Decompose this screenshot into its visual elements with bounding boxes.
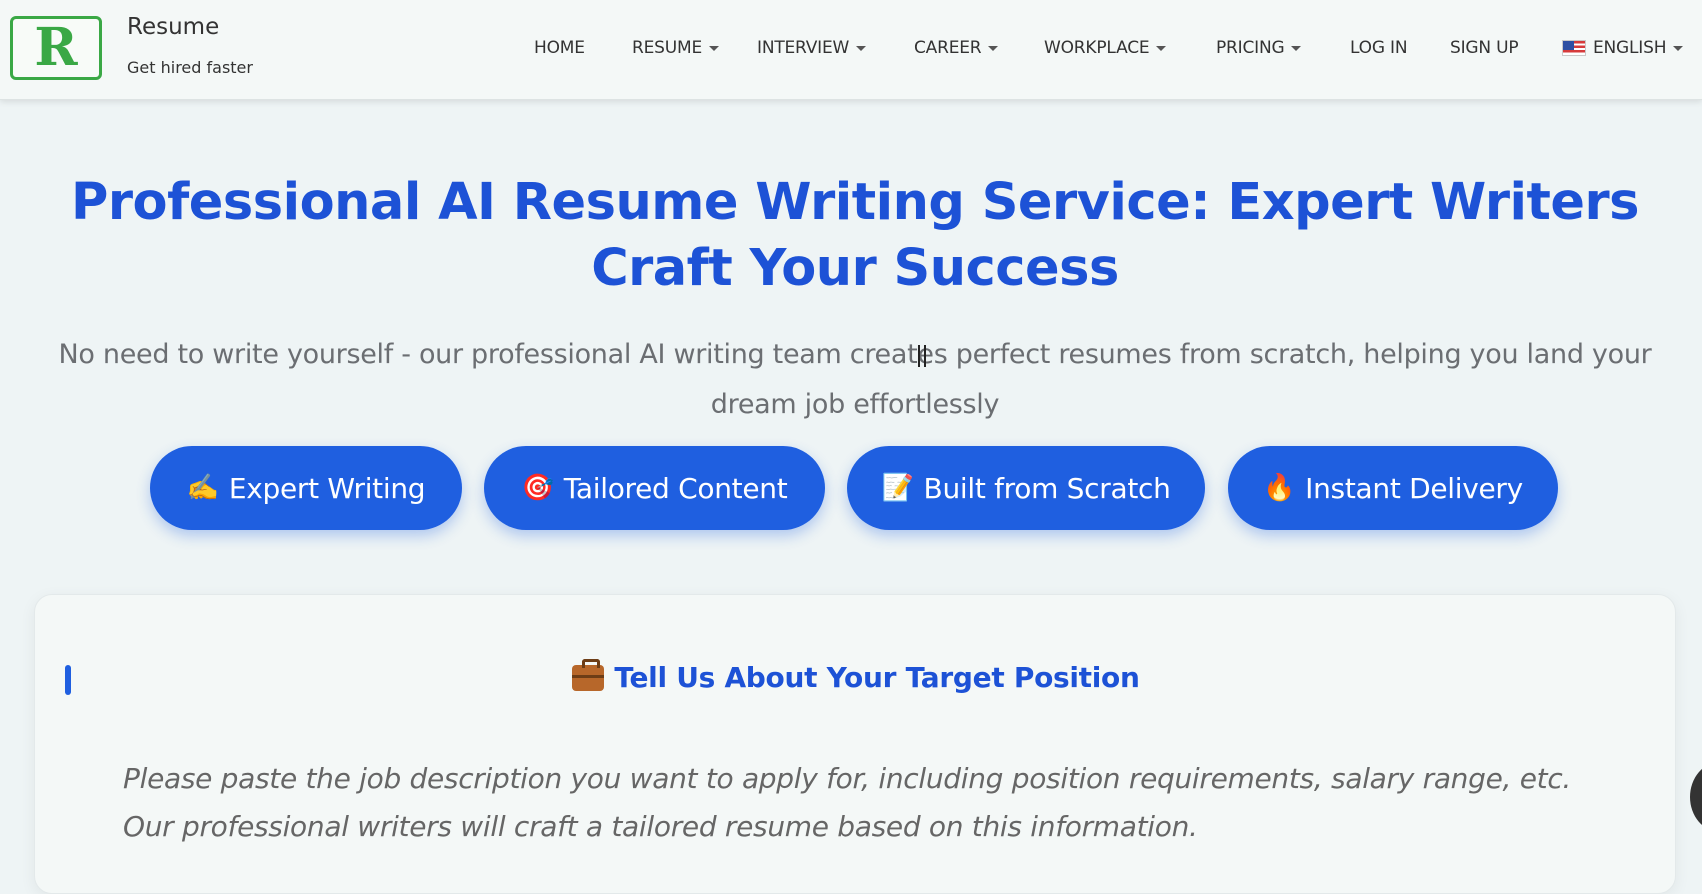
nav-pricing-label: PRICING: [1216, 38, 1285, 58]
caret-down-icon: [856, 45, 867, 51]
card-description: Please paste the job description you wan…: [123, 762, 1572, 843]
feature-label: Tailored Content: [563, 471, 788, 505]
nav-interview[interactable]: INTERVIEW: [757, 36, 867, 60]
caret-down-icon: [1156, 45, 1167, 51]
nav-workplace-label: WORKPLACE: [1044, 38, 1150, 58]
page-subtitle: No need to write yourself - our professi…: [58, 339, 1652, 420]
nav-home-label: HOME: [534, 38, 585, 58]
top-navbar: R Resume Get hired faster HOME RESUME IN…: [0, 0, 1702, 100]
page-title: Professional AI Resume Writing Service: …: [71, 173, 1639, 298]
card-title: Tell Us About Your Target Position: [35, 658, 1677, 694]
feature-label: Built from Scratch: [923, 471, 1171, 505]
feature-label: Instant Delivery: [1305, 471, 1523, 505]
caret-down-icon: [1673, 45, 1684, 51]
feature-tailored-content[interactable]: 🎯 Tailored Content: [484, 446, 825, 530]
nav-career-label: CAREER: [914, 38, 982, 58]
nav-signup[interactable]: SIGN UP: [1450, 36, 1519, 60]
briefcase-icon: [572, 658, 605, 691]
text-cursor-icon: [918, 345, 926, 367]
nav-pricing[interactable]: PRICING: [1216, 36, 1302, 60]
feature-label: Expert Writing: [228, 471, 426, 505]
nav-login[interactable]: LOG IN: [1350, 36, 1408, 60]
floating-action-button[interactable]: [1690, 762, 1702, 832]
feature-built-from-scratch[interactable]: 📝 Built from Scratch: [847, 446, 1205, 530]
nav-signup-label: SIGN UP: [1450, 38, 1519, 58]
fire-icon: 🔥: [1263, 473, 1296, 503]
us-flag-icon: [1562, 40, 1586, 56]
nav-resume[interactable]: RESUME: [632, 36, 719, 60]
main-nav: HOME RESUME INTERVIEW CAREER WORKPLACE P…: [0, 36, 1702, 60]
caret-down-icon: [1291, 45, 1302, 51]
nav-home[interactable]: HOME: [534, 36, 585, 60]
brand-tagline: Get hired faster: [127, 58, 253, 77]
nav-workplace[interactable]: WORKPLACE: [1044, 36, 1167, 60]
nav-interview-label: INTERVIEW: [757, 38, 850, 58]
memo-icon: 📝: [881, 473, 914, 503]
target-position-card: Tell Us About Your Target Position Pleas…: [34, 594, 1676, 894]
language-selector[interactable]: ENGLISH: [1562, 36, 1684, 60]
nav-login-label: LOG IN: [1350, 38, 1408, 58]
target-icon: 🎯: [521, 473, 554, 503]
caret-down-icon: [709, 45, 719, 51]
caret-down-icon: [988, 45, 999, 51]
language-label: ENGLISH: [1593, 38, 1667, 58]
writing-hand-icon: ✍️: [186, 473, 219, 503]
card-title-text: Tell Us About Your Target Position: [614, 661, 1140, 694]
feature-instant-delivery[interactable]: 🔥 Instant Delivery: [1228, 446, 1558, 530]
nav-career[interactable]: CAREER: [914, 36, 999, 60]
nav-resume-label: RESUME: [632, 38, 702, 58]
feature-expert-writing[interactable]: ✍️ Expert Writing: [150, 446, 462, 530]
